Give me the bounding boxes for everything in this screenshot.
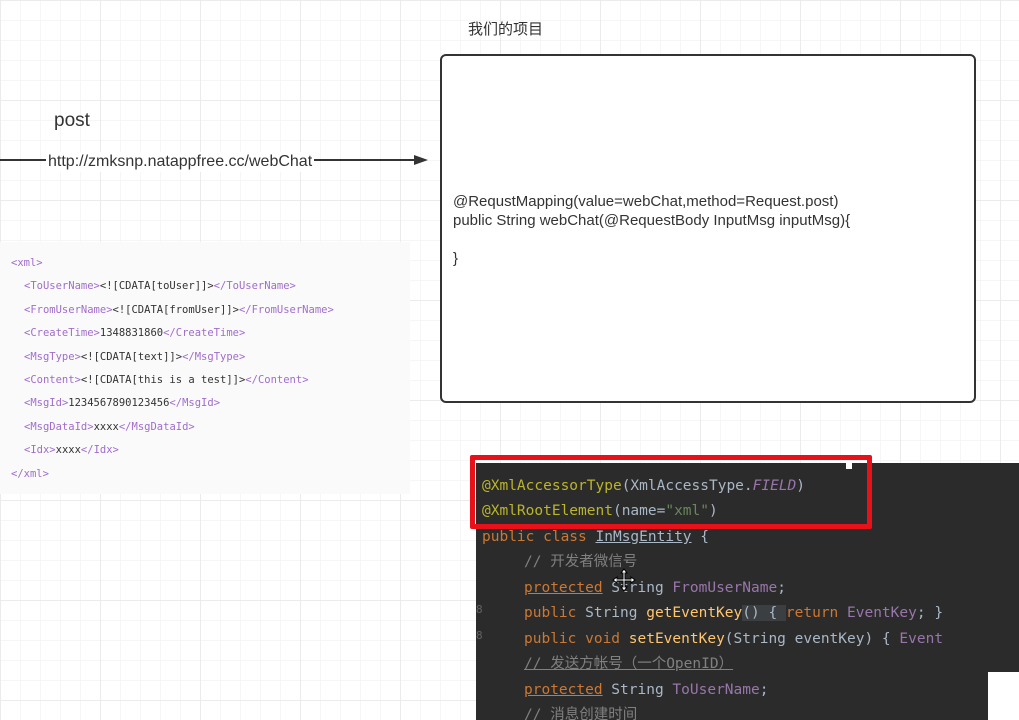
gutter-mark: 8 bbox=[476, 603, 483, 616]
xml-field-line: <MsgId>1234567890123456</MsgId> bbox=[24, 397, 221, 410]
xml-field-line: <FromUserName><![CDATA[fromUser]]></From… bbox=[24, 303, 334, 316]
arrow-head bbox=[414, 155, 428, 165]
highlight-box bbox=[470, 455, 872, 529]
code-line-setter: public void setEventKey(String eventKey)… bbox=[524, 631, 944, 647]
corner-overlay bbox=[988, 672, 1019, 720]
gutter-mark: 8 bbox=[476, 629, 483, 642]
url-label: http://zmksnp.natappfree.cc/webChat bbox=[46, 152, 315, 172]
xml-field-line: <Idx>xxxx</Idx> bbox=[24, 444, 119, 457]
project-box-code: @RequstMapping(value=webChat,method=Requ… bbox=[453, 192, 850, 268]
xml-close-root: </xml> bbox=[11, 467, 49, 480]
xml-field-line: <MsgDataId>xxxx</MsgDataId> bbox=[24, 420, 195, 433]
code-line-comment: // 发送方帐号（一个OpenID） bbox=[524, 656, 734, 672]
xml-sample-panel: <xml> <ToUserName><![CDATA[toUser]]></To… bbox=[0, 242, 410, 494]
move-cursor-icon bbox=[612, 568, 636, 592]
post-label: post bbox=[54, 110, 90, 131]
project-title: 我们的项目 bbox=[468, 21, 544, 38]
code-line-getter: public String getEventKey() { return Eve… bbox=[524, 605, 944, 621]
xml-open-root: <xml> bbox=[11, 257, 43, 269]
xml-field-line: <Content><![CDATA[this is a test]]></Con… bbox=[24, 373, 309, 386]
code-line: } bbox=[453, 250, 459, 267]
code-line: @RequstMapping(value=webChat,method=Requ… bbox=[453, 193, 839, 210]
code-line: public String webChat(@RequestBody Input… bbox=[453, 212, 851, 229]
code-line-field: protected String ToUserName; bbox=[524, 682, 769, 698]
project-box: @RequstMapping(value=webChat,method=Requ… bbox=[440, 54, 976, 403]
code-line-comment: // 消息创建时间 bbox=[524, 707, 638, 720]
xml-field-line: <MsgType><![CDATA[text]]></MsgType> bbox=[24, 350, 246, 363]
code-line-field: protected String FromUserName; bbox=[524, 580, 786, 596]
xml-field-line: <ToUserName><![CDATA[toUser]]></ToUserNa… bbox=[24, 280, 296, 293]
xml-field-line: <CreateTime>1348831860</CreateTime> bbox=[24, 327, 246, 340]
